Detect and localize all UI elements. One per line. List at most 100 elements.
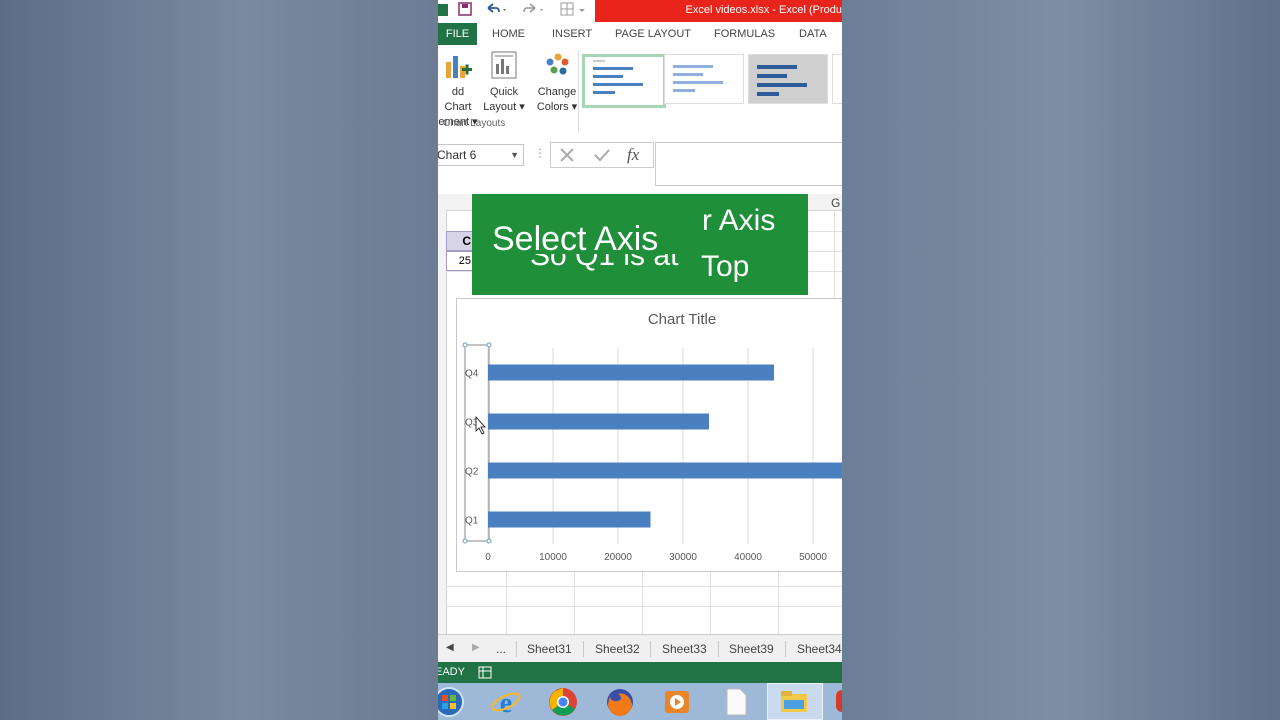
instruction-banner: r Axis So Q1 is at Top Select Axis <box>472 194 808 295</box>
name-box-dropdown-icon[interactable]: ▼ <box>510 145 519 165</box>
chart-style-4[interactable] <box>832 54 842 104</box>
category-label[interactable]: Q1 <box>465 516 479 527</box>
tab-separator <box>583 641 584 657</box>
document-icon[interactable] <box>720 686 752 718</box>
tab-file[interactable]: FILE <box>438 23 477 45</box>
ribbon-tabs: FILE HOME INSERT PAGE LAYOUT FORMULAS DA… <box>438 22 842 46</box>
grid-line <box>778 570 779 634</box>
window-title: Excel videos.xlsx - Excel (Produ <box>685 4 843 16</box>
tab-separator <box>650 641 651 657</box>
sheet-tab-34[interactable]: Sheet34 <box>797 642 842 656</box>
banner-text-top: r Axis <box>702 204 776 237</box>
sheet-tab-33[interactable]: Sheet33 <box>662 642 707 656</box>
background-left <box>0 0 438 720</box>
add-chart-label-1: dd Chart <box>444 86 472 113</box>
status-text: EADY <box>438 666 465 678</box>
tab-separator <box>516 641 517 657</box>
redo-icon[interactable] <box>522 2 546 20</box>
sheet-tabs-bar: ◀ ▶ ... Sheet31 Sheet32 Sheet33 Sheet39 … <box>438 634 842 663</box>
firefox-icon[interactable] <box>604 686 636 718</box>
tab-page-layout[interactable]: PAGE LAYOUT <box>615 28 691 40</box>
change-colors-icon <box>546 53 569 75</box>
name-box[interactable]: Chart 6 ▼ <box>438 144 524 166</box>
chart-style-3[interactable] <box>748 54 828 104</box>
quick-layout-label-1: Quick <box>489 86 519 98</box>
internet-explorer-icon[interactable]: e <box>490 686 522 718</box>
tab-separator <box>718 641 719 657</box>
worksheet[interactable]: G C 25 r Axis So Q1 is at Top Select Axi <box>438 194 842 634</box>
banner-title: Select Axis <box>492 220 659 258</box>
grid-line <box>574 570 575 634</box>
x-tick-label: 10000 <box>539 552 567 563</box>
sheet-tab-32[interactable]: Sheet32 <box>595 642 640 656</box>
change-colors-label-2: Colors ▾ <box>536 101 578 113</box>
insert-function-icon[interactable]: fx <box>627 145 639 165</box>
qat-dropdown-icon[interactable] <box>578 2 586 20</box>
grid-line <box>506 570 507 634</box>
media-player-icon[interactable] <box>661 686 693 718</box>
app-icon-partial[interactable] <box>836 690 842 712</box>
selection-handle[interactable] <box>486 342 492 348</box>
background-right <box>842 0 1280 720</box>
more-sheets-button[interactable]: ... <box>496 642 506 656</box>
scroll-left-icon[interactable]: ◀ <box>446 642 454 653</box>
title-bar: Excel videos.xlsx - Excel (Produ <box>438 0 842 22</box>
category-label[interactable]: Q4 <box>465 369 479 380</box>
selection-handle[interactable] <box>462 342 468 348</box>
add-chart-element-icon <box>446 56 472 78</box>
formula-input[interactable] <box>655 142 842 186</box>
start-icon[interactable] <box>438 686 465 718</box>
category-label[interactable]: Q2 <box>465 467 479 478</box>
column-header-g[interactable]: G <box>831 196 840 210</box>
save-icon[interactable] <box>458 2 472 20</box>
formula-buttons: fx <box>550 142 654 168</box>
chart-layouts-group-label: Chart Layouts <box>443 118 506 129</box>
banner-text-bottom: Top <box>701 250 750 283</box>
taskbar: e <box>438 683 842 720</box>
grid-line <box>642 570 643 634</box>
bar-q4[interactable] <box>488 364 774 381</box>
change-colors-button[interactable]: Change Colors ▾ <box>534 50 580 115</box>
enter-icon[interactable] <box>593 147 611 163</box>
x-tick-label: 30000 <box>669 552 697 563</box>
tab-separator <box>785 641 786 657</box>
chrome-icon[interactable] <box>547 686 579 718</box>
scroll-right-icon[interactable]: ▶ <box>472 642 480 653</box>
quick-layout-label-2: Layout ▾ <box>483 101 525 113</box>
x-tick-label: 50000 <box>799 552 827 563</box>
x-tick-label: 40000 <box>734 552 762 563</box>
quick-layout-icon <box>491 51 517 79</box>
chart-style-2[interactable] <box>664 54 744 104</box>
grid-line <box>834 210 835 300</box>
selection-handle[interactable] <box>486 538 492 544</box>
change-colors-label-1: Change <box>537 86 577 98</box>
quick-layout-button[interactable]: Quick Layout ▾ <box>482 50 526 115</box>
tab-formulas[interactable]: FORMULAS <box>714 28 775 40</box>
status-bar: EADY <box>438 662 842 683</box>
sheet-tab-39[interactable]: Sheet39 <box>729 642 774 656</box>
bar-q2[interactable] <box>488 462 842 479</box>
tab-insert[interactable]: INSERT <box>552 28 592 40</box>
formula-bar: Chart 6 ▼ ⋮ fx <box>438 134 842 194</box>
selection-handle[interactable] <box>462 538 468 544</box>
table-icon[interactable] <box>560 2 574 20</box>
active-taskbar-item[interactable] <box>767 683 823 720</box>
mouse-cursor-icon <box>475 415 486 435</box>
tab-data[interactable]: DATA <box>799 28 827 40</box>
excel-window: Excel videos.xlsx - Excel (Produ FILE HO… <box>438 0 842 720</box>
x-tick-label: 0 <box>485 552 491 563</box>
bar-chart[interactable]: Chart Title 0 10000 20000 30000 40000 50000 Q1… <box>456 298 842 572</box>
bar-q1[interactable] <box>488 511 651 528</box>
bar-q3[interactable] <box>488 413 709 430</box>
ribbon: dd Chart ement ▾ Quick Layout ▾ Change C… <box>438 46 842 135</box>
ribbon-divider <box>578 50 579 132</box>
title-area: Excel videos.xlsx - Excel (Produ <box>595 0 842 22</box>
undo-icon[interactable] <box>485 2 509 20</box>
chart-plot: 0 10000 20000 30000 40000 50000Q1Q2Q3Q4 <box>462 342 842 563</box>
chart-style-1[interactable] <box>582 54 666 108</box>
cancel-icon[interactable] <box>559 147 575 163</box>
tab-home[interactable]: HOME <box>492 28 525 40</box>
macro-record-icon[interactable] <box>478 666 492 679</box>
excel-logo-icon <box>438 2 448 20</box>
sheet-tab-31[interactable]: Sheet31 <box>527 642 572 656</box>
